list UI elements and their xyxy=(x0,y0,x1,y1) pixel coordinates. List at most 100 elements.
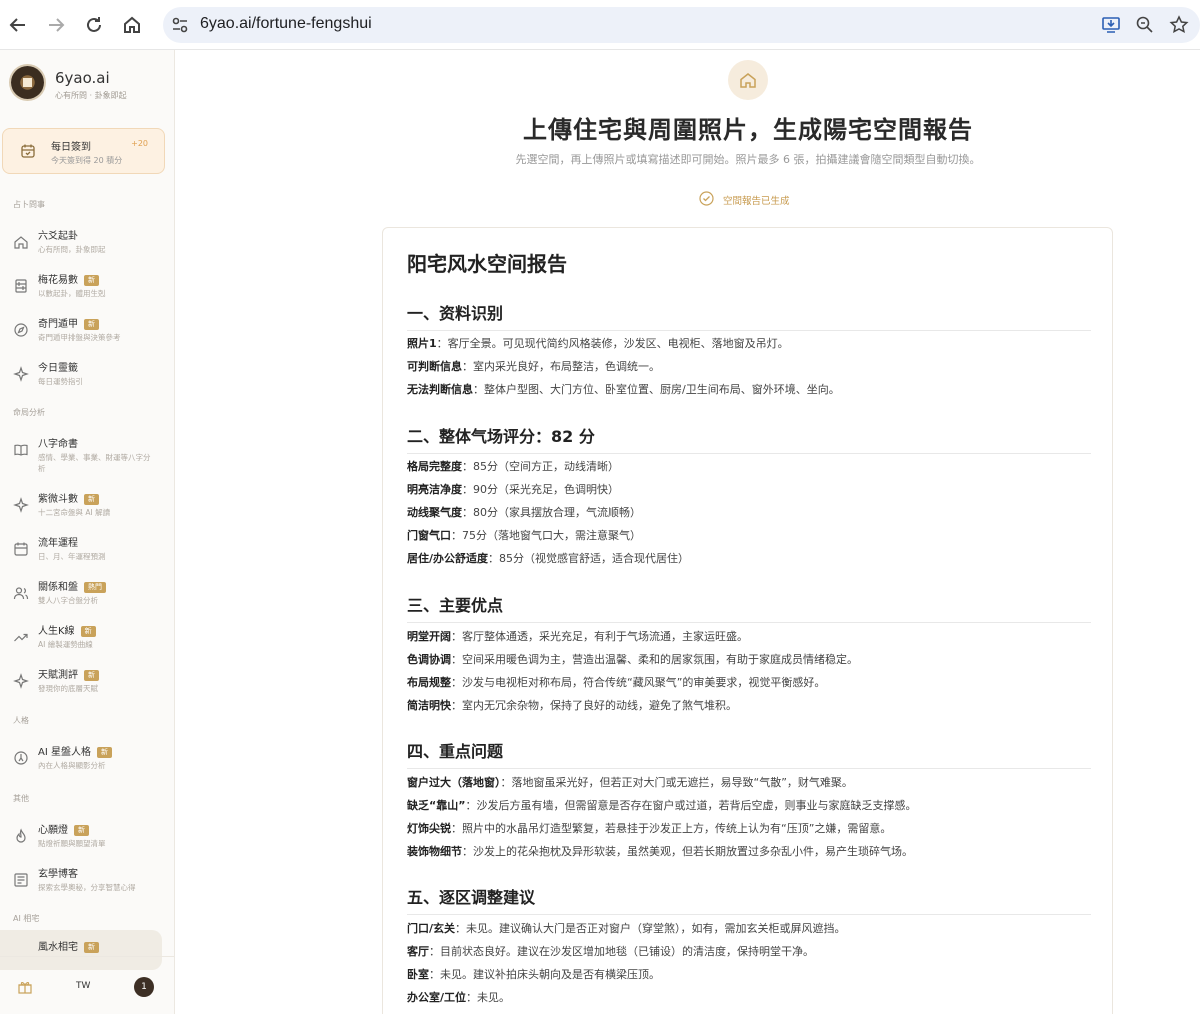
flame-icon xyxy=(13,828,29,844)
sidebar-item-label: 紫微斗數 xyxy=(38,494,78,505)
sidebar-item-lingqian[interactable]: 今日靈籤 每日運勢指引 xyxy=(0,352,172,392)
report-line: 窗户过大（落地窗）：落地窗虽采光好，但若正对大门或无遮拦，易导致“气散”，财气难… xyxy=(407,776,853,789)
sidebar-item-kline[interactable]: 人生K線新 AI 繪製運勢曲線 xyxy=(0,615,172,655)
report-line: 无法判断信息：整体户型图、大门方位、卧室位置、厨房/卫生间布局、窗外环境、坐向。 xyxy=(407,383,840,396)
sidebar-item-label: 天賦測評 xyxy=(38,670,78,681)
section-heading: 四、重点问题 xyxy=(407,738,1091,769)
status-text: 空間報告已生成 xyxy=(723,196,790,207)
report-line: 装饰物细节：沙发上的花朵抱枕及异形软装，虽然美观，但若长期放置过多杂乱小件，易产… xyxy=(407,845,913,858)
sidebar-item-meihua[interactable]: 梅花易數新 以數起卦，體用生剋 xyxy=(0,264,172,304)
sidebar-item-label: 今日靈籤 xyxy=(38,363,78,374)
trend-chart-icon xyxy=(13,629,29,645)
url-text[interactable]: 6yao.ai/fortune-fengshui xyxy=(200,15,372,33)
section-heading: 一、资料识别 xyxy=(407,300,1091,331)
report-line: 格局完整度：85分（空间方正，动线清晰） xyxy=(407,460,619,473)
report-card: 阳宅风水空间报告 一、资料识别 照片1：客厅全景。可见现代简约风格装修，沙发区、… xyxy=(382,227,1113,1014)
install-app-icon[interactable] xyxy=(1101,15,1121,35)
report-line: 门口/玄关：未见。建议确认大门是否正对窗户（穿堂煞），如有，需加玄关柜或屏风遮挡… xyxy=(407,922,846,935)
home-icon xyxy=(740,73,756,88)
sidebar-item-label: 奇門遁甲 xyxy=(38,319,78,330)
book-icon xyxy=(13,442,29,458)
report-line: 动线聚气度：80分（家具摆放合理，气流顺畅） xyxy=(407,506,641,519)
new-badge: 新 xyxy=(84,942,99,953)
sidebar-item-desc: 奇門遁甲排盤與決策參考 xyxy=(38,333,121,342)
new-badge: 新 xyxy=(74,825,89,836)
zoom-icon[interactable] xyxy=(1135,15,1155,35)
astrology-icon xyxy=(13,750,29,766)
section-other: 其他 xyxy=(13,794,29,803)
calendar-icon xyxy=(21,144,35,158)
sidebar-item-label: 流年運程 xyxy=(38,538,78,549)
report-line: 卧室：未见。建议补拍床头朝向及是否有横梁压顶。 xyxy=(407,968,660,981)
new-badge: 新 xyxy=(84,319,99,330)
avatar[interactable]: 1 xyxy=(134,977,154,997)
compass-icon xyxy=(13,322,29,338)
checkin-subtitle: 今天簽到得 20 積分 xyxy=(51,156,123,165)
sidebar-item-liuyao[interactable]: 六爻起卦 心有所問，卦象即起 xyxy=(0,220,172,260)
sidebar-item-desc: AI 繪製運勢曲線 xyxy=(38,640,93,649)
users-icon xyxy=(13,585,29,601)
gift-icon[interactable] xyxy=(17,979,33,995)
site-settings-icon[interactable] xyxy=(171,16,189,34)
daily-checkin-card[interactable]: 每日簽到 今天簽到得 20 積分 +20 xyxy=(2,128,165,174)
sidebar-item-desc: 十二宮命盤與 AI 解讀 xyxy=(38,508,111,517)
report-line: 照片1：客厅全景。可见现代简约风格装修，沙发区、电视柜、落地窗及吊灯。 xyxy=(407,337,789,350)
sparkle-icon xyxy=(13,673,29,689)
sidebar-item-liunian[interactable]: 流年運程 日、月、年運程預測 xyxy=(0,527,172,567)
checkin-title: 每日簽到 xyxy=(51,142,91,153)
abacus-icon xyxy=(13,278,29,294)
report-line: 简洁明快：室内无冗余杂物，保持了良好的动线，避免了煞气堆积。 xyxy=(407,699,737,712)
report-line: 可判断信息：室内采光良好，布局整洁，色调统一。 xyxy=(407,360,660,373)
sidebar-item-blog[interactable]: 玄學博客 探索玄學奧秘，分享智慧心得 xyxy=(0,858,172,898)
section-personality: 人格 xyxy=(13,716,29,725)
sidebar-item-hepan[interactable]: 關係和盤 熱門 雙人八字合盤分析 xyxy=(0,571,172,611)
brand-name[interactable]: 6yao.ai xyxy=(55,69,110,87)
section-heading: 二、整体气场评分：82 分 xyxy=(407,423,1091,454)
sidebar-item-bazi[interactable]: 八字命書 感情、學業、事業、財運等八字分析 xyxy=(0,428,172,473)
sidebar-item-astro[interactable]: AI 星盤人格新 內在人格與顯影分析 xyxy=(0,736,172,776)
sparkle-icon xyxy=(13,366,29,382)
brand-tagline: 心有所問 · 卦象即起 xyxy=(55,91,127,100)
coin-logo-icon[interactable] xyxy=(11,66,44,99)
report-line: 色调协调：空间采用暖色调为主，营造出温馨、柔和的居家氛围，有助于家庭成员情绪稳定… xyxy=(407,653,858,666)
new-badge: 新 xyxy=(84,670,99,681)
report-title: 阳宅风水空间报告 xyxy=(407,252,567,276)
sidebar-item-ziwei[interactable]: 紫微斗數新 十二宮命盤與 AI 解讀 xyxy=(0,483,172,523)
house-badge xyxy=(728,60,768,100)
sidebar-item-label: 心願燈 xyxy=(38,825,68,836)
new-badge: 新 xyxy=(84,275,99,286)
page-subtitle: 先選空間，再上傳照片或填寫描述即可開始。照片最多 6 張，拍攝建議會隨空間類型自… xyxy=(515,153,981,166)
sidebar-item-label: 人生K線 xyxy=(38,626,75,637)
sidebar-item-qimen[interactable]: 奇門遁甲新 奇門遁甲排盤與決策參考 xyxy=(0,308,172,348)
back-icon[interactable] xyxy=(6,13,30,37)
reload-icon[interactable] xyxy=(82,13,106,37)
sidebar-item-talent[interactable]: 天賦測評新 發現你的底層天賦 xyxy=(0,659,172,699)
address-bar[interactable]: 6yao.ai/fortune-fengshui xyxy=(163,7,1200,43)
language-switch[interactable]: TW xyxy=(76,981,90,991)
sidebar-footer: TW 1 xyxy=(0,956,174,1014)
sidebar-item-label: 風水相宅 xyxy=(38,942,78,953)
report-line: 办公室/工位：未见。 xyxy=(407,991,511,1004)
home-icon[interactable] xyxy=(120,13,144,37)
checkin-bonus: +20 xyxy=(131,139,148,148)
sidebar-item-desc: 日、月、年運程預測 xyxy=(38,552,106,561)
bookmark-star-icon[interactable] xyxy=(1169,15,1189,35)
forward-icon[interactable] xyxy=(44,13,68,37)
main-content: 上傳住宅與周圍照片，生成陽宅空間報告 先選空間，再上傳照片或填寫描述即可開始。照… xyxy=(176,50,1200,1014)
sidebar-item-desc: 發現你的底層天賦 xyxy=(38,684,98,693)
sidebar: 6yao.ai 心有所問 · 卦象即起 每日簽到 今天簽到得 20 積分 +20… xyxy=(0,50,175,1014)
sidebar-item-wish-lamp[interactable]: 心願燈新 點燈祈願與願望清單 xyxy=(0,814,172,854)
report-line: 灯饰尖锐：照片中的水晶吊灯造型繁复，若悬挂于沙发正上方，传统上认为有“压顶”之嫌… xyxy=(407,822,892,835)
new-badge: 新 xyxy=(96,747,112,758)
sidebar-item-desc: 感情、學業、事業、財運等八字分析 xyxy=(38,453,151,473)
sidebar-item-label: 關係和盤 xyxy=(38,582,78,593)
sidebar-item-desc: 內在人格與顯影分析 xyxy=(38,761,106,770)
section-divination: 占卜問事 xyxy=(13,200,45,209)
report-line: 布局规整：沙发与电视柜对称布局，符合传统“藏风聚气”的审美要求，视觉平衡感好。 xyxy=(407,676,826,689)
section-ai-house: AI 相宅 xyxy=(13,914,40,923)
sidebar-item-label: 六爻起卦 xyxy=(38,231,78,242)
sidebar-item-desc: 雙人八字合盤分析 xyxy=(38,596,98,605)
section-destiny: 命局分析 xyxy=(13,408,45,417)
new-badge: 新 xyxy=(84,494,99,505)
section-heading: 三、主要优点 xyxy=(407,592,1091,623)
